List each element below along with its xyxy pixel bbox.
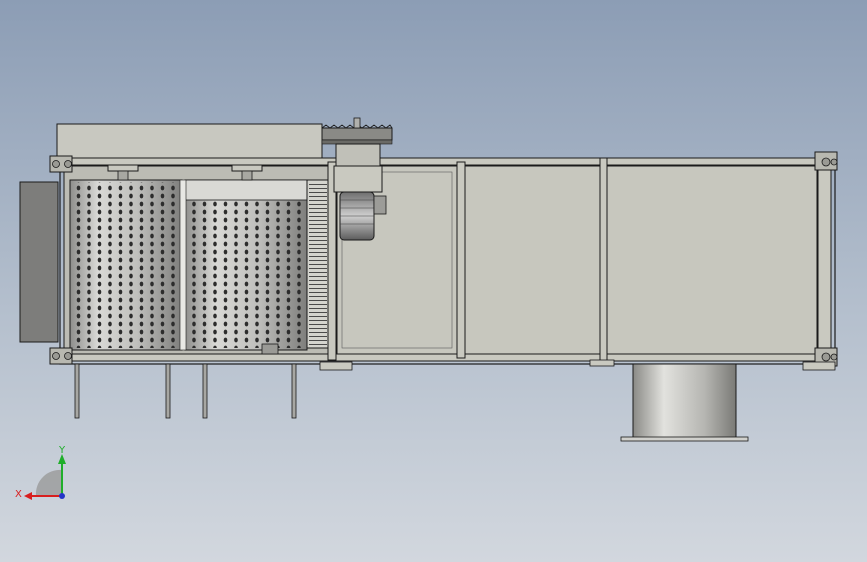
drum-right-top-bracket (241, 170, 253, 181)
drum-left-top-clamp (107, 164, 139, 172)
foot-plate-post (589, 359, 615, 367)
panel-2 (464, 165, 601, 355)
sprocket-drive (321, 117, 393, 145)
foot-plate-right (802, 361, 836, 371)
drum-right-top-clamp (231, 164, 263, 172)
top-cover (56, 123, 323, 160)
outlet-flange (620, 436, 749, 442)
leg-pipe-4 (291, 363, 297, 419)
drum-right-holes (187, 200, 305, 348)
drain-fitting (261, 343, 279, 355)
outlet-cylinder (632, 363, 737, 439)
corner-bracket-top-right (814, 151, 838, 171)
machine-drawing: Y X (15, 117, 838, 500)
top-rail (59, 157, 836, 166)
corner-bracket-bottom-left (49, 347, 73, 365)
axis-triad: Y X (15, 445, 66, 500)
corner-bracket-top-left (49, 155, 73, 173)
drum-right-band (184, 179, 308, 201)
center-shaft (179, 179, 187, 351)
foot-plate-middle (319, 361, 353, 371)
gearbox (335, 143, 381, 167)
leg-pipe-2 (165, 363, 171, 419)
x-axis-label: X (15, 489, 22, 500)
x-axis-arrow (24, 492, 32, 500)
leg-pipe-1 (74, 363, 80, 419)
leg-pipe-3 (202, 363, 208, 419)
post-3 (599, 157, 608, 365)
motor-mount (333, 165, 383, 193)
left-side-plate (19, 181, 59, 343)
panel-3 (606, 165, 818, 355)
fin-column-ridges (309, 182, 327, 346)
cad-viewport[interactable]: Y X (0, 0, 867, 562)
drum-left-holes (72, 182, 180, 348)
post-2 (456, 161, 466, 359)
right-end-column (817, 161, 832, 361)
z-axis-origin (59, 493, 65, 499)
drum-left-top-bracket (117, 170, 129, 181)
y-axis-label: Y (58, 445, 66, 456)
